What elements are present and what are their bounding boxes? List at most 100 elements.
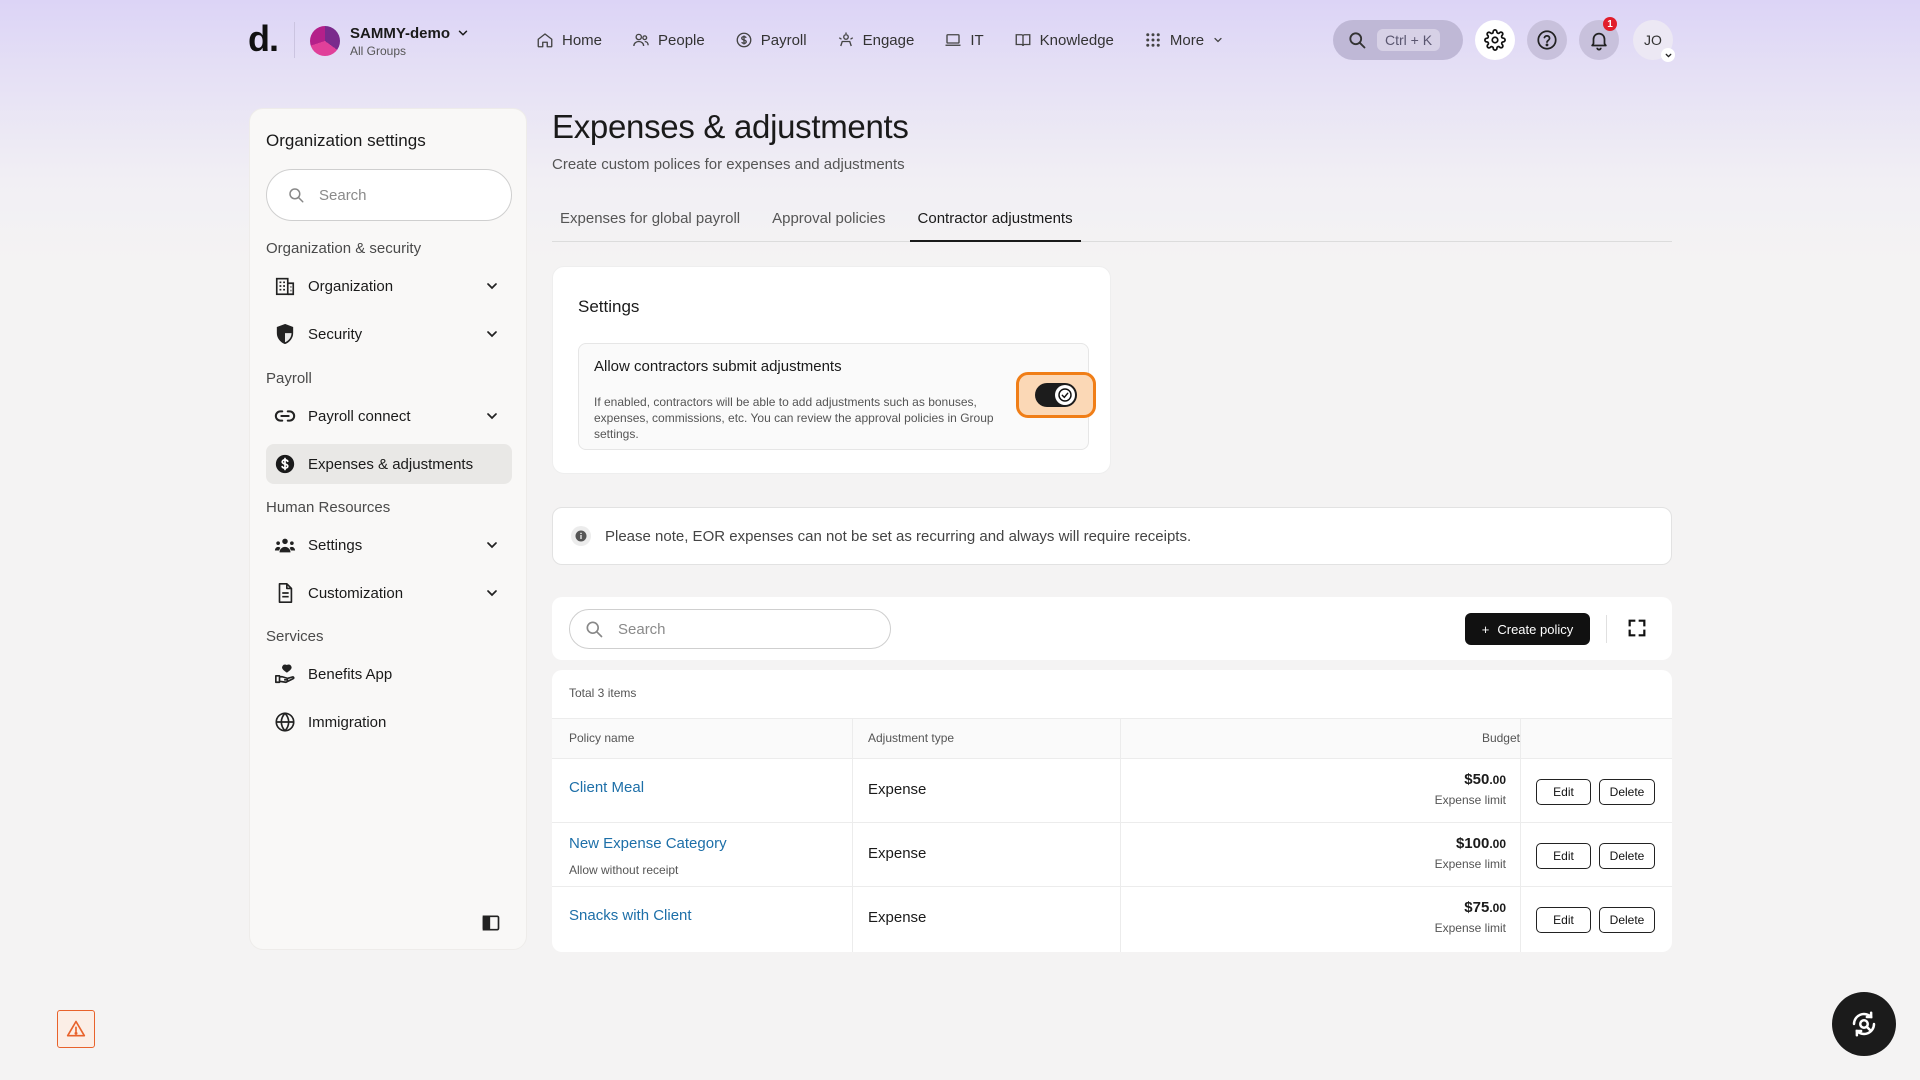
nav-it-label: IT [970, 31, 984, 49]
document-icon [278, 583, 293, 603]
search-icon [586, 621, 603, 638]
delete-button[interactable]: Delete [1599, 907, 1655, 933]
policy-subtext: Allow without receipt [569, 863, 679, 877]
budget-cents: .00 [1489, 773, 1506, 787]
total-count: Total 3 items [569, 686, 637, 700]
building-icon [275, 277, 295, 296]
sidebar-search[interactable] [266, 169, 512, 221]
team-icon [274, 538, 296, 553]
settings-button[interactable] [1475, 20, 1515, 60]
nav-home[interactable]: Home [536, 31, 602, 49]
sidebar-item-settings[interactable]: Settings [266, 525, 512, 565]
nav-more[interactable]: More [1144, 31, 1224, 49]
edit-button[interactable]: Edit [1536, 907, 1591, 933]
org-scope: All Groups [350, 43, 407, 58]
tab-expenses-global-payroll[interactable]: Expenses for global payroll [552, 202, 748, 242]
shield-icon [276, 323, 294, 345]
book-icon [1015, 34, 1031, 47]
policy-toolbar: + Create policy [552, 597, 1672, 660]
notifications-button[interactable]: 1 [1579, 17, 1619, 60]
sidebar-item-expenses-adjustments[interactable]: Expenses & adjustments [266, 444, 512, 484]
policy-name-link[interactable]: New Expense Category [569, 835, 727, 852]
nav-engage-label: Engage [862, 31, 915, 49]
page-title: Expenses & adjustments [552, 108, 909, 145]
search-shortcut: Ctrl + K [1377, 29, 1441, 51]
top-navigation: d. SAMMY-demo All Groups Home People Pay… [0, 0, 1920, 80]
policy-table: Total 3 items Policy name Adjustment typ… [552, 670, 1672, 952]
sidebar-item-organization[interactable]: Organization [266, 266, 512, 306]
col-policy-name: Policy name [569, 731, 635, 745]
delete-button[interactable]: Delete [1599, 843, 1655, 869]
delete-button[interactable]: Delete [1599, 779, 1655, 805]
sidebar-item-label: Security [308, 325, 363, 343]
nav-it[interactable]: IT [944, 31, 984, 49]
sidebar-item-customization[interactable]: Customization [266, 573, 512, 613]
deel-logo[interactable]: d. [248, 18, 279, 60]
laptop-icon [945, 34, 961, 46]
policy-name-link[interactable]: Client Meal [569, 779, 644, 796]
org-switcher[interactable]: SAMMY-demo All Groups [310, 22, 470, 60]
assistant-icon [1852, 1011, 1876, 1037]
sidebar-group-payroll: Payroll [266, 370, 312, 387]
policy-name-link[interactable]: Snacks with Client [569, 907, 692, 924]
nav-engage[interactable]: Engage [837, 31, 915, 49]
budget-amount: $100 [1455, 835, 1490, 852]
adjustment-type: Expense [868, 845, 927, 862]
allow-adjustments-toggle[interactable] [1016, 372, 1096, 418]
user-avatar[interactable]: JO [1633, 20, 1675, 62]
tab-contractor-adjustments[interactable]: Contractor adjustments [909, 202, 1081, 242]
nav-payroll[interactable]: Payroll [735, 31, 807, 49]
sidebar-item-immigration[interactable]: Immigration [266, 702, 512, 742]
nav-more-label: More [1169, 31, 1205, 49]
setting-description: If enabled, contractors will be able to … [594, 395, 994, 441]
sidebar-item-label: Customization [308, 584, 404, 602]
warning-icon [66, 1020, 86, 1037]
col-adjustment-type: Adjustment type [868, 731, 955, 745]
budget-cents: .00 [1489, 837, 1506, 851]
plus-icon: + [1481, 621, 1490, 637]
adjustment-type: Expense [868, 781, 927, 798]
budget-label: Expense limit [1434, 793, 1506, 807]
fullscreen-button[interactable] [1626, 617, 1648, 639]
sidebar-search-input[interactable] [319, 186, 489, 204]
link-icon [274, 410, 296, 422]
edit-button[interactable]: Edit [1536, 779, 1591, 805]
page-subtitle: Create custom polices for expenses and a… [552, 156, 905, 173]
sidebar-item-label: Organization [308, 277, 394, 295]
table-row: Client Meal Expense $50.00 Expense limit… [552, 759, 1672, 823]
chevron-down-icon [487, 413, 497, 420]
tab-approval-policies[interactable]: Approval policies [764, 202, 893, 242]
info-icon [571, 526, 591, 546]
budget-cell: $100.00 Expense limit [1435, 835, 1506, 871]
collapse-sidebar-button[interactable] [481, 913, 501, 933]
global-search-button[interactable]: Ctrl + K [1333, 20, 1463, 60]
toolbar-divider [1606, 615, 1607, 643]
table-header: Policy name Adjustment type Budget [552, 718, 1672, 759]
sidebar-item-payroll-connect[interactable]: Payroll connect [266, 396, 512, 436]
nav-people[interactable]: People [632, 31, 705, 49]
gear-icon [1484, 29, 1506, 51]
expand-icon [1628, 619, 1646, 637]
help-button[interactable] [1527, 20, 1567, 60]
sidebar-item-benefits-app[interactable]: Benefits App [266, 654, 512, 694]
policy-search-input[interactable] [618, 620, 868, 638]
checkmark-icon [1058, 388, 1072, 402]
assistant-fab-button[interactable] [1832, 992, 1896, 1056]
nav-home-label: Home [562, 31, 603, 49]
dollar-icon [275, 454, 295, 474]
sidebar-item-security[interactable]: Security [266, 314, 512, 354]
warning-button[interactable] [57, 1010, 95, 1048]
chevron-down-icon [487, 331, 497, 338]
budget-cell: $75.00 Expense limit [1435, 899, 1506, 935]
edit-button[interactable]: Edit [1536, 843, 1591, 869]
sidebar-item-label: Benefits App [308, 665, 393, 683]
policy-search[interactable] [569, 609, 891, 649]
chevron-down-icon [487, 283, 497, 290]
chevron-down-icon [458, 30, 468, 36]
sidebar-toggle-icon [482, 915, 500, 931]
budget-label: Expense limit [1434, 857, 1506, 871]
settings-card: Settings Allow contractors submit adjust… [552, 266, 1111, 474]
create-policy-button[interactable]: + Create policy [1465, 613, 1590, 645]
globe-icon [275, 712, 295, 732]
nav-knowledge[interactable]: Knowledge [1014, 31, 1114, 49]
